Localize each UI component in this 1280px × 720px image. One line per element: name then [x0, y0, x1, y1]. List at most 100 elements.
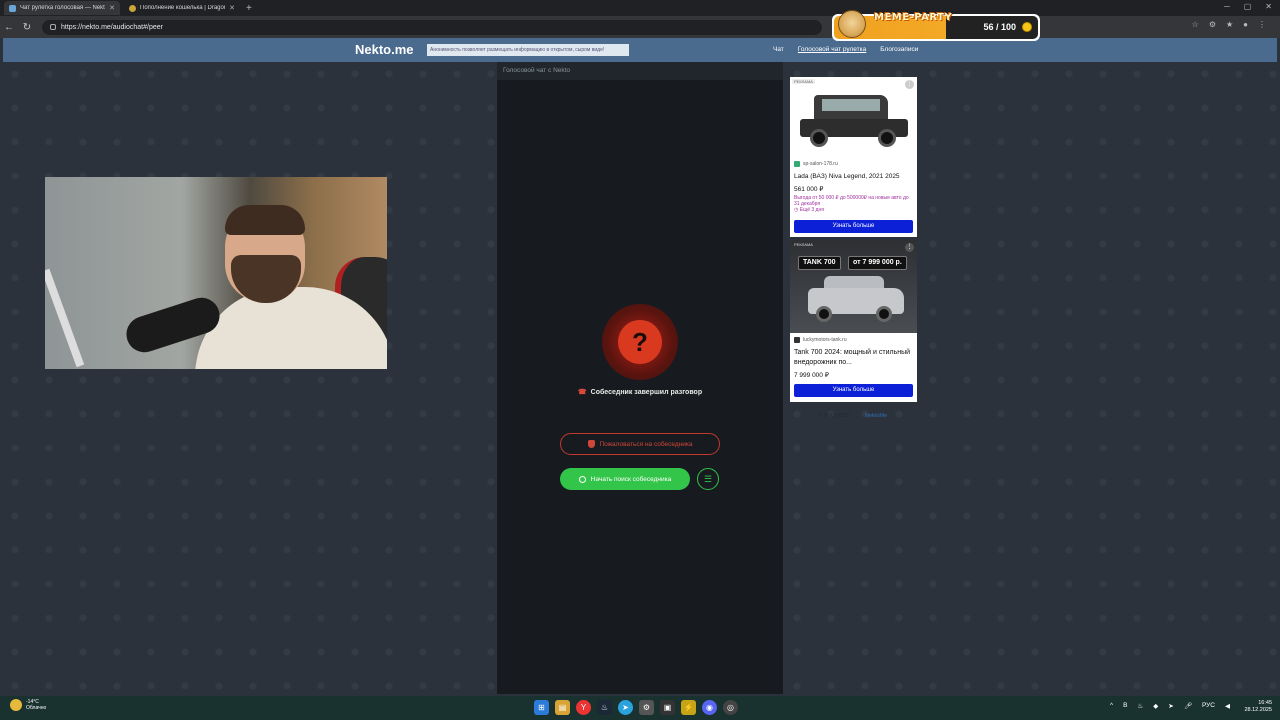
tray-steam-icon[interactable]: ♨ — [1137, 702, 1143, 710]
browser-tab-bar: Чат рулетка голосовая — Nekto ✕ Пополнен… — [0, 0, 1280, 16]
tray-expand-icon[interactable]: ^ — [1110, 702, 1113, 710]
lada-car-image — [800, 93, 908, 149]
call-ended-status: ☎ Собеседник завершил разговор — [497, 388, 783, 396]
browser-toolbar: ← ↻ https://nekto.me/audiochat#/peer ☆ ⚙… — [0, 16, 1280, 38]
profile-icon[interactable]: ● — [1243, 20, 1248, 29]
ad-learn-more-button[interactable]: Узнать больше — [794, 384, 913, 397]
anonymity-notice: Анонимность позволяет размещать информац… — [427, 44, 629, 56]
browser-tab-nekto[interactable]: Чат рулетка голосовая — Nekto ✕ — [4, 1, 120, 15]
nav-blog[interactable]: Блогозаписи — [880, 46, 918, 53]
steam-icon[interactable]: ♨ — [597, 700, 612, 715]
tray-nvidia-icon[interactable]: ◆ — [1153, 702, 1158, 710]
nav-chat[interactable]: Чат — [773, 46, 784, 53]
taskbar-apps: ⊞ ▤ Y ♨ ➤ ⚙ ▣ ⚡ ◉ ◎ — [534, 700, 738, 715]
ad-tank[interactable]: РЕКЛАМА ⋮ TANK 700 от 7 999 000 р. lucky… — [790, 240, 917, 402]
meme-party-title: MEME-PARTY — [874, 12, 953, 23]
telegram-icon[interactable]: ➤ — [618, 700, 633, 715]
clock-time: 16:45 — [1258, 700, 1272, 706]
site-info-icon[interactable] — [50, 24, 56, 30]
ad-menu-icon[interactable]: ⋮ — [905, 243, 914, 252]
ad-site-text: sp-salon-178.ru — [803, 161, 838, 167]
obs-icon[interactable]: ◎ — [723, 700, 738, 715]
ad-price: 7 999 000 ₽ — [794, 372, 829, 379]
close-tab-icon[interactable]: ✕ — [229, 4, 235, 12]
app-icon[interactable]: ▣ — [660, 700, 675, 715]
ad-menu-icon[interactable]: ⋮ — [905, 80, 914, 89]
nekto-favicon-icon — [9, 4, 16, 12]
close-window-icon[interactable]: ✕ — [1265, 2, 1272, 11]
discord-icon[interactable]: ◉ — [702, 700, 717, 715]
site-favicon-icon — [794, 337, 800, 343]
menu-icon[interactable]: ⋮ — [1258, 20, 1266, 29]
url-text: https://nekto.me/audiochat#/peer — [61, 23, 163, 31]
bookmark-icon[interactable]: ☆ — [1192, 20, 1199, 29]
ad-price: 561 000 ₽ — [794, 186, 824, 193]
footer-link[interactable]: NektoMe — [865, 413, 887, 419]
meme-party-widget: MEME-PARTY 56 / 100 — [832, 10, 1040, 41]
close-tab-icon[interactable]: ✕ — [109, 4, 115, 12]
weather-text: -14°C Облачно — [26, 699, 46, 711]
volume-icon[interactable]: ◀ — [1225, 702, 1230, 710]
webcam-person-hair — [225, 205, 305, 235]
favorites-icon[interactable]: ★ — [1226, 20, 1233, 29]
webcam-overlay — [45, 177, 387, 369]
weather-icon — [10, 699, 22, 711]
ad-label: РЕКЛАМА — [792, 79, 815, 84]
ad-promo: Выгода от 50 000 ₽ до 500000₽ на новые а… — [794, 195, 914, 213]
ad-site: luckymotors-tank.ru — [794, 337, 847, 343]
question-mark-icon: ? — [618, 320, 662, 364]
chat-header: Голосовой чат с Nekto — [497, 62, 783, 80]
weather-widget[interactable]: -14°C Облачно — [10, 699, 46, 711]
settings-icon[interactable]: ⚙ — [639, 700, 654, 715]
maximize-icon[interactable]: ▢ — [1244, 2, 1252, 11]
extensions-icon[interactable]: ⚙ — [1209, 20, 1216, 29]
report-label: Пожаловаться на собеседника — [599, 440, 693, 448]
user-search-icon — [578, 475, 586, 483]
site-header: Nekto.me Анонимность позволяет размещать… — [3, 38, 1277, 62]
address-bar[interactable]: https://nekto.me/audiochat#/peer — [42, 19, 822, 35]
start-icon[interactable]: ⊞ — [534, 700, 549, 715]
call-ended-text: Собеседник завершил разговор — [590, 389, 703, 396]
site-footer: © 2011-2025 NektoMe — [818, 413, 887, 419]
ad-learn-more-button[interactable]: Узнать больше — [794, 220, 913, 233]
taskbar-clock[interactable]: 16:45 28.12.2025 — [1244, 700, 1272, 714]
app-lightning-icon[interactable]: ⚡ — [681, 700, 696, 715]
ad-title: Tank 700 2024: мощный и стильный внедоро… — [794, 349, 911, 366]
language-indicator[interactable]: РУС — [1202, 702, 1215, 710]
browser-tab-dragon[interactable]: Пополнение кошелька | Dragon ✕ — [124, 1, 240, 15]
car-wheel — [876, 306, 892, 322]
tray-telegram-icon[interactable]: ➤ — [1168, 702, 1173, 710]
site-favicon-icon — [794, 161, 800, 167]
back-icon[interactable]: ← — [0, 22, 18, 33]
sliders-icon: ☰ — [703, 474, 713, 484]
coin-icon — [1022, 22, 1032, 32]
tray-mic-icon[interactable]: 🎤︎ — [1184, 702, 1192, 710]
new-tab-button[interactable]: + — [246, 3, 252, 14]
start-search-label: Начать поиск собеседника — [590, 475, 672, 483]
ad-lada[interactable]: РЕКЛАМА ⋮ sp-salon-178.ru Lada (ВАЗ) Niv… — [790, 77, 917, 237]
tank-price-badge: от 7 999 000 р. — [848, 256, 907, 270]
start-search-button[interactable]: Начать поиск собеседника — [560, 468, 690, 490]
toolbar-icons: ☆ ⚙ ★ ● ⋮ — [1192, 20, 1266, 29]
copyright: © 2011-2025 — [818, 413, 850, 419]
car-wheel — [878, 129, 896, 147]
windows-taskbar: -14°C Облачно ⊞ ▤ Y ♨ ➤ ⚙ ▣ ⚡ ◉ ◎ ^ B ♨ ◆… — [0, 696, 1280, 720]
shield-icon — [587, 440, 595, 448]
nav-voice-chat[interactable]: Голосовой чат рулетка — [798, 46, 866, 53]
reload-icon[interactable]: ↻ — [18, 22, 36, 33]
car-wheel — [810, 129, 828, 147]
site-logo[interactable]: Nekto.me — [355, 42, 414, 57]
tray-app-icon[interactable]: B — [1123, 702, 1127, 710]
meme-party-counter: 56 / 100 — [983, 22, 1016, 32]
system-tray: ^ B ♨ ◆ ➤ 🎤︎ РУС ◀ — [1110, 702, 1230, 710]
minimize-icon[interactable]: ─ — [1224, 2, 1230, 11]
file-explorer-icon[interactable]: ▤ — [555, 700, 570, 715]
filter-settings-button[interactable]: ☰ — [697, 468, 719, 490]
voice-chat-panel: Голосовой чат с Nekto ? ☎ Собеседник заве… — [497, 62, 783, 694]
window-controls: ─ ▢ ✕ — [1224, 2, 1272, 11]
report-button[interactable]: Пожаловаться на собеседника — [560, 433, 720, 455]
tank-name-badge: TANK 700 — [798, 256, 841, 270]
yandex-browser-icon[interactable]: Y — [576, 700, 591, 715]
clock-date: 28.12.2025 — [1244, 707, 1272, 713]
tab-title: Пополнение кошелька | Dragon — [140, 5, 226, 11]
